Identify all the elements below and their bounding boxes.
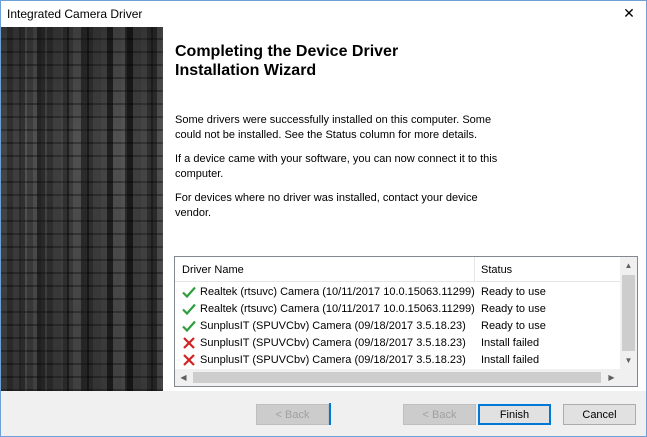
driver-status: Ready to use xyxy=(481,286,546,298)
driver-name: SunplusIT (SPUVCbv) Camera (09/18/2017 3… xyxy=(200,337,466,349)
list-header: Driver Name Status xyxy=(175,257,621,282)
connect-device-text: If a device came with your software, you… xyxy=(175,153,498,180)
driver-name: SunplusIT (SPUVCbv) Camera (09/18/2017 3… xyxy=(200,320,466,332)
scrollbar-corner xyxy=(620,369,637,386)
driver-name: SunplusIT (SPUVCbv) Camera (09/18/2017 3… xyxy=(200,354,466,366)
driver-name: Realtek (rtsuvc) Camera (10/11/2017 10.0… xyxy=(200,303,475,315)
focus-indicator xyxy=(329,403,331,425)
installer-window: Integrated Camera Driver ✕ Completing th… xyxy=(0,0,647,437)
banner-shading xyxy=(1,27,163,391)
driver-status: Install failed xyxy=(481,354,540,366)
result-summary-text: Some drivers were successfully installed… xyxy=(175,114,492,141)
driver-status: Ready to use xyxy=(481,303,546,315)
page-title-text: Completing the Device Driver Installation… xyxy=(175,43,399,79)
finish-button[interactable]: Finish xyxy=(478,404,551,425)
check-icon xyxy=(182,286,196,299)
driver-name: Realtek (rtsuvc) Camera (10/11/2017 10.0… xyxy=(200,286,475,298)
contact-vendor-text: For devices where no driver was installe… xyxy=(175,192,478,219)
column-divider[interactable] xyxy=(474,257,475,281)
page-title: Completing the Device Driver Installation… xyxy=(175,42,555,80)
cancel-button[interactable]: Cancel xyxy=(563,404,636,425)
scroll-left-arrow-icon[interactable]: ◀ xyxy=(175,369,192,386)
back-button-disabled[interactable]: < Back xyxy=(256,404,329,425)
driver-list[interactable]: Driver Name Status Realtek (rtsuvc) Came… xyxy=(174,256,638,387)
vertical-scroll-thumb[interactable] xyxy=(622,275,635,351)
scroll-up-arrow-icon[interactable]: ▲ xyxy=(620,257,637,274)
scroll-right-arrow-icon[interactable]: ▶ xyxy=(603,369,620,386)
window-title: Integrated Camera Driver xyxy=(7,7,143,21)
back-button[interactable]: < Back xyxy=(403,404,476,425)
title-bar[interactable]: Integrated Camera Driver ✕ xyxy=(1,1,646,26)
driver-row[interactable]: Realtek (rtsuvc) Camera (10/11/2017 10.0… xyxy=(175,284,621,301)
button-bar: < Back < Back Finish Cancel xyxy=(1,391,646,436)
driver-status: Install failed xyxy=(481,337,540,349)
driver-row[interactable]: SunplusIT (SPUVCbv) Camera (09/18/2017 3… xyxy=(175,352,621,369)
driver-row[interactable]: SunplusIT (SPUVCbv) Camera (09/18/2017 3… xyxy=(175,335,621,352)
vertical-scrollbar[interactable]: ▲ ▼ xyxy=(620,257,637,369)
horizontal-scrollbar[interactable]: ◀ ▶ xyxy=(175,369,620,386)
check-icon xyxy=(182,320,196,333)
close-button[interactable]: ✕ xyxy=(612,1,646,26)
driver-row[interactable]: SunplusIT (SPUVCbv) Camera (09/18/2017 3… xyxy=(175,318,621,335)
error-x-icon xyxy=(183,337,195,349)
column-header-status[interactable]: Status xyxy=(481,264,512,276)
column-header-driver-name[interactable]: Driver Name xyxy=(182,264,244,276)
error-x-icon xyxy=(183,354,195,366)
driver-row[interactable]: Realtek (rtsuvc) Camera (10/11/2017 10.0… xyxy=(175,301,621,318)
horizontal-scroll-thumb[interactable] xyxy=(193,372,601,383)
scroll-down-arrow-icon[interactable]: ▼ xyxy=(620,352,637,369)
check-icon xyxy=(182,303,196,316)
driver-status: Ready to use xyxy=(481,320,546,332)
